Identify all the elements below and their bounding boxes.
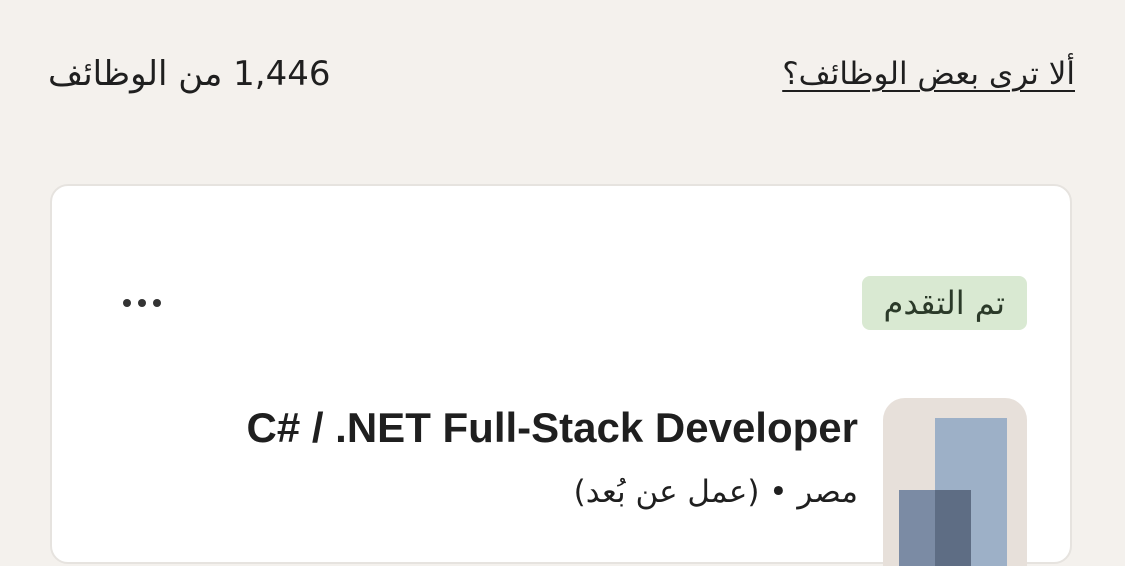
job-location: مصر • (عمل عن بُعد) (573, 474, 858, 510)
results-count-number: 1,446 (233, 54, 331, 94)
results-count-label: من الوظائف (48, 54, 223, 94)
results-count: 1,446 من الوظائف (48, 54, 331, 94)
logo-shape-overlap (935, 490, 971, 566)
job-card[interactable]: تم التقدم C# / .NET Full-Stack Developer… (50, 184, 1072, 566)
missing-jobs-link[interactable]: ألا ترى بعض الوظائف؟ (782, 56, 1075, 92)
more-options-button[interactable] (114, 284, 170, 322)
job-title[interactable]: C# / .NET Full-Stack Developer (246, 404, 858, 452)
company-logo[interactable] (883, 398, 1027, 566)
more-horizontal-icon (123, 299, 161, 307)
results-header: 1,446 من الوظائف ألا ترى بعض الوظائف؟ (48, 50, 1075, 98)
applied-status-badge: تم التقدم (861, 276, 1027, 330)
